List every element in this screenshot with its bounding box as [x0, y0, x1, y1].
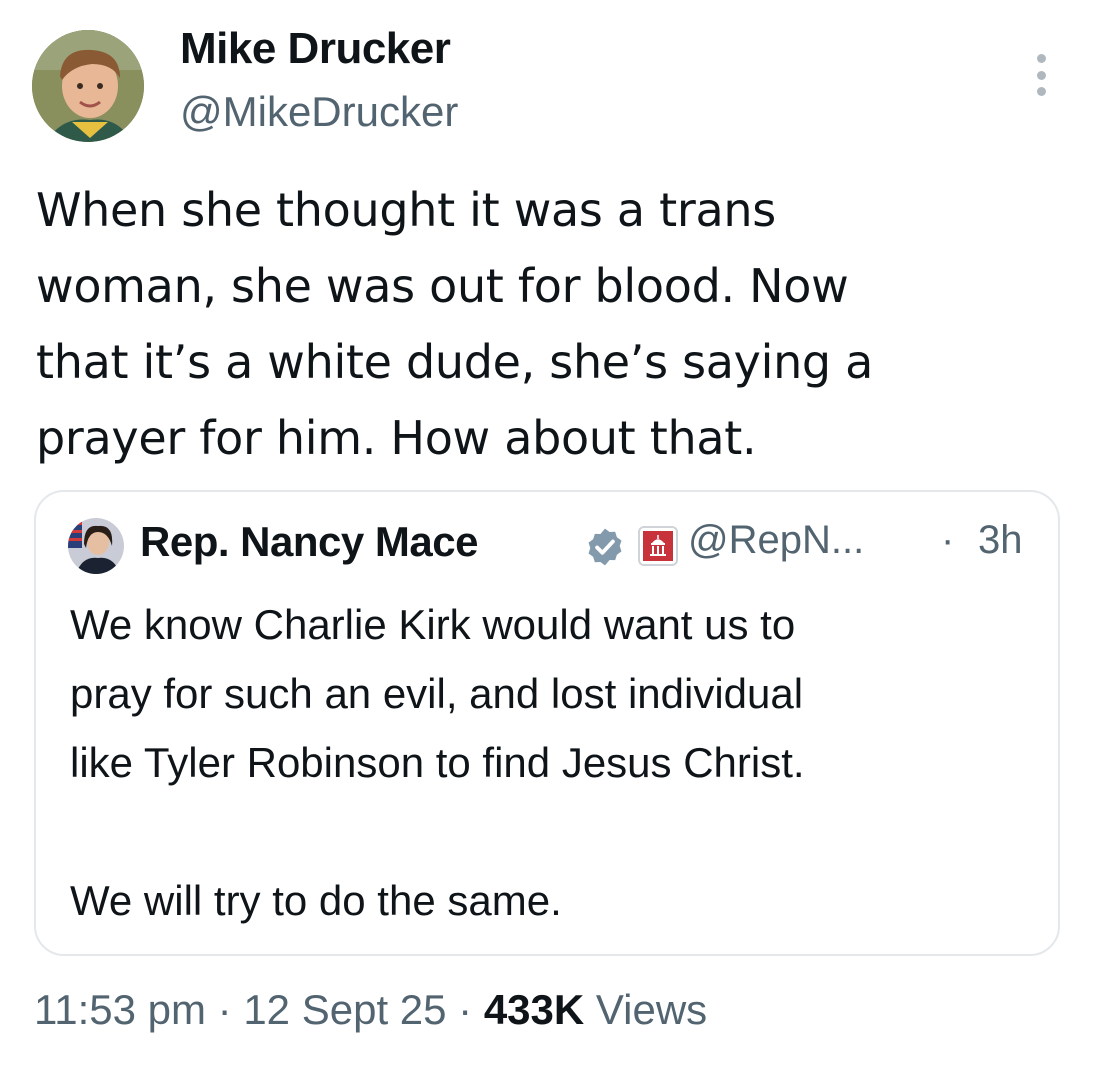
tweet-text-line: that it’s a white dude, she’s saying a [36, 335, 874, 389]
quoted-tweet-card[interactable]: Rep. Nancy Mace @RepN... · 3h We know Ch… [34, 490, 1060, 956]
author-name[interactable]: Mike Drucker [180, 24, 451, 74]
tweet-text-line: When she thought it was a trans [36, 183, 776, 237]
post-date[interactable]: 12 Sept 25 [243, 986, 446, 1033]
avatar-photo-icon [32, 30, 144, 142]
separator-dot: · [941, 518, 955, 562]
quoted-author-handle[interactable]: @RepN... [688, 518, 864, 563]
more-options-icon[interactable] [1030, 54, 1052, 96]
post-time[interactable]: 11:53 pm [34, 986, 206, 1033]
tweet-text-line: woman, she was out for blood. Now [36, 259, 849, 313]
quoted-text-line: pray for such an evil, and lost individu… [70, 670, 804, 717]
quoted-text-line: We will try to do the same. [70, 877, 562, 924]
views-label: Views [584, 986, 708, 1033]
tweet-text-line: prayer for him. How about that. [36, 411, 757, 465]
separator-dot: · [446, 986, 484, 1033]
separator-dot: · [206, 986, 244, 1033]
avatar-photo-icon [68, 518, 124, 574]
verified-badge-icon [584, 526, 626, 568]
views-count[interactable]: 433K [484, 986, 584, 1033]
quoted-author-name[interactable]: Rep. Nancy Mace [140, 518, 478, 566]
tweet-text: When she thought it was a trans woman, s… [36, 172, 1056, 476]
quoted-author-avatar[interactable] [68, 518, 124, 574]
tweet: Mike Drucker @MikeDrucker When she thoug… [0, 0, 1096, 1072]
quoted-timestamp[interactable]: 3h [978, 518, 1023, 563]
author-avatar[interactable] [32, 30, 144, 142]
quoted-tweet-text: We know Charlie Kirk would want us to pr… [70, 590, 1040, 935]
author-handle[interactable]: @MikeDrucker [180, 88, 458, 136]
quoted-text-line: We know Charlie Kirk would want us to [70, 601, 796, 648]
quoted-text-line: like Tyler Robinson to find Jesus Christ… [70, 739, 805, 786]
us-house-affiliate-icon[interactable] [638, 526, 678, 566]
tweet-meta: 11:53 pm · 12 Sept 25 · 433K Views [34, 986, 707, 1034]
